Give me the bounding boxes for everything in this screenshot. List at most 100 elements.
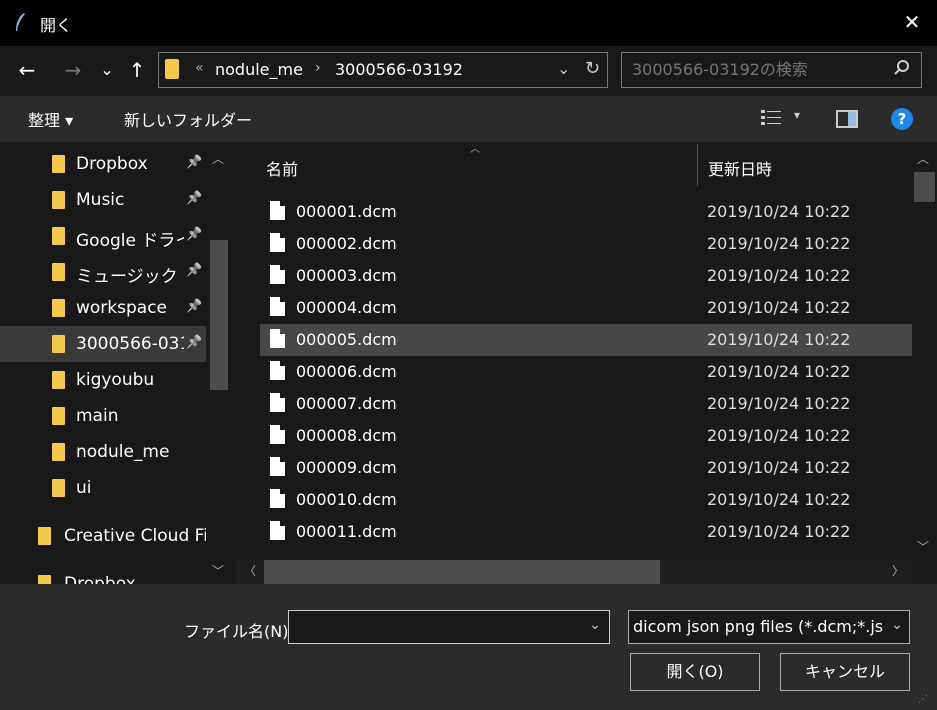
filename-input[interactable] <box>293 617 573 636</box>
pin-icon[interactable]: 📌 <box>186 155 202 170</box>
file-date-modified: 2019/10/24 10:22 <box>707 234 851 253</box>
column-header-date-modified[interactable]: 更新日時 <box>708 156 772 180</box>
file-row[interactable]: 000010.dcm 2019/10/24 10:22 <box>260 484 912 516</box>
file-icon <box>270 425 285 444</box>
sidebar-item[interactable]: Music 📌 <box>0 182 206 218</box>
file-icon <box>270 265 285 284</box>
file-date-modified: 2019/10/24 10:22 <box>707 298 851 317</box>
filetype-value: dicom json png files (*.dcm;*.json;*.png… <box>633 617 883 636</box>
file-row[interactable]: 000003.dcm 2019/10/24 10:22 <box>260 260 912 292</box>
file-row[interactable]: 000009.dcm 2019/10/24 10:22 <box>260 452 912 484</box>
file-row[interactable]: 000002.dcm 2019/10/24 10:22 <box>260 228 912 260</box>
file-name: 000006.dcm <box>296 362 397 381</box>
up-arrow-icon[interactable]: ↑ <box>124 56 150 84</box>
title-bar <box>0 0 937 46</box>
file-icon <box>270 521 285 540</box>
sidebar-item-label: kigyoubu <box>76 370 155 390</box>
overflow-chevron-icon[interactable]: « <box>195 60 204 76</box>
search-icon[interactable] <box>893 59 911 77</box>
folder-icon <box>38 527 51 545</box>
pin-icon[interactable]: 📌 <box>186 263 202 278</box>
address-dropdown-icon[interactable]: ⌄ <box>557 59 570 78</box>
horizontal-scrollbar-thumb[interactable] <box>264 560 660 584</box>
file-row[interactable]: 000007.dcm 2019/10/24 10:22 <box>260 388 912 420</box>
file-icon <box>270 393 285 412</box>
open-button[interactable]: 開く(O) <box>630 653 760 691</box>
new-folder-button[interactable]: 新しいフォルダー <box>124 107 252 131</box>
sidebar-scroll-down-icon[interactable]: ﹀ <box>212 562 224 579</box>
file-list-scrollbar-thumb[interactable] <box>914 172 935 202</box>
file-name: 000005.dcm <box>296 330 397 349</box>
file-row[interactable]: 000011.dcm 2019/10/24 10:22 <box>260 516 912 548</box>
organize-button[interactable]: 整理 ▾ <box>28 107 73 131</box>
file-name: 000008.dcm <box>296 426 397 445</box>
pin-icon[interactable]: 📌 <box>186 299 202 314</box>
sidebar-item[interactable]: ミュージック 📌 <box>0 254 206 290</box>
column-divider[interactable] <box>697 144 698 186</box>
file-row[interactable]: 000006.dcm 2019/10/24 10:22 <box>260 356 912 388</box>
forward-arrow-icon[interactable]: → <box>60 56 86 84</box>
folder-icon <box>165 59 179 79</box>
file-row[interactable]: 000008.dcm 2019/10/24 10:22 <box>260 420 912 452</box>
breadcrumb-nodule-me[interactable]: nodule_me <box>215 60 303 79</box>
sidebar-item-label: ミュージック <box>76 267 178 287</box>
sidebar-scrollbar-thumb[interactable] <box>210 240 228 390</box>
folder-icon <box>52 335 65 353</box>
sidebar-item[interactable]: Creative Cloud Files <box>0 518 206 554</box>
search-input[interactable] <box>632 60 882 79</box>
filename-combobox[interactable]: ⌄ <box>288 610 610 644</box>
column-header-name[interactable]: 名前 <box>266 156 298 180</box>
file-date-modified: 2019/10/24 10:22 <box>707 522 851 541</box>
sidebar-item[interactable]: 3000566-03192📌 <box>0 326 206 362</box>
sidebar-item[interactable]: Google ドライブ📌 <box>0 218 206 254</box>
scroll-right-icon[interactable]: 〉 <box>892 562 904 579</box>
recent-locations-chevron-icon[interactable]: ⌄ <box>94 56 120 84</box>
filetype-select[interactable]: dicom json png files (*.dcm;*.json;*.png… <box>628 610 910 644</box>
file-name: 000007.dcm <box>296 394 397 413</box>
sidebar-item[interactable]: Dropbox 📌 <box>0 146 206 182</box>
search-box[interactable] <box>621 52 922 88</box>
folder-icon <box>52 191 65 209</box>
refresh-icon[interactable]: ↻ <box>585 58 600 79</box>
sidebar-item-label: 3000566-03192 <box>76 334 184 354</box>
file-list-scroll-down-icon[interactable]: ﹀ <box>917 538 929 555</box>
filename-label: ファイル名(N): <box>184 622 294 641</box>
breadcrumb-current-folder[interactable]: 3000566-03192 <box>335 60 463 79</box>
sidebar-item[interactable]: nodule_me <box>0 434 206 470</box>
file-row[interactable]: 000005.dcm 2019/10/24 10:22 <box>260 324 912 356</box>
view-dropdown-icon[interactable]: ▾ <box>794 108 800 122</box>
file-icon <box>270 361 285 380</box>
sidebar-item[interactable]: main <box>0 398 206 434</box>
folder-icon <box>52 407 65 425</box>
filetype-dropdown-icon[interactable]: ⌄ <box>891 617 903 633</box>
sidebar-item-label: Dropbox <box>76 154 148 174</box>
dialog-footer <box>0 584 937 710</box>
help-icon[interactable]: ? <box>891 108 913 130</box>
file-icon <box>270 233 285 252</box>
pin-icon[interactable]: 📌 <box>186 335 202 350</box>
address-bar[interactable]: « nodule_me › 3000566-03192 ⌄ ↻ <box>158 52 608 88</box>
file-date-modified: 2019/10/24 10:22 <box>707 330 851 349</box>
file-list-scroll-up-icon[interactable]: ︿ <box>917 150 929 167</box>
file-row[interactable]: 000001.dcm 2019/10/24 10:22 <box>260 196 912 228</box>
file-name: 000009.dcm <box>296 458 397 477</box>
pin-icon[interactable]: 📌 <box>186 191 202 206</box>
sidebar-item[interactable]: ui <box>0 470 206 506</box>
back-arrow-icon[interactable]: ← <box>14 56 40 84</box>
pin-icon[interactable]: 📌 <box>186 227 202 242</box>
filename-dropdown-icon[interactable]: ⌄ <box>589 617 601 633</box>
sidebar-item[interactable]: kigyoubu <box>0 362 206 398</box>
sidebar-item-label: nodule_me <box>76 442 170 462</box>
cancel-button[interactable]: キャンセル <box>780 653 910 691</box>
file-row[interactable]: 000004.dcm 2019/10/24 10:22 <box>260 292 912 324</box>
file-name: 000004.dcm <box>296 298 397 317</box>
close-icon[interactable]: ✕ <box>901 11 923 33</box>
sidebar-item[interactable]: workspace 📌 <box>0 290 206 326</box>
breadcrumb-separator-icon[interactable]: › <box>315 60 321 76</box>
sidebar-scroll-up-icon[interactable]: ︿ <box>212 150 224 167</box>
details-view-icon[interactable] <box>760 108 782 128</box>
folder-icon <box>52 479 65 497</box>
scroll-left-icon[interactable]: 〈 <box>244 562 256 579</box>
preview-pane-icon[interactable] <box>836 110 858 128</box>
resize-grip-icon[interactable]: ⋰ <box>918 694 928 705</box>
